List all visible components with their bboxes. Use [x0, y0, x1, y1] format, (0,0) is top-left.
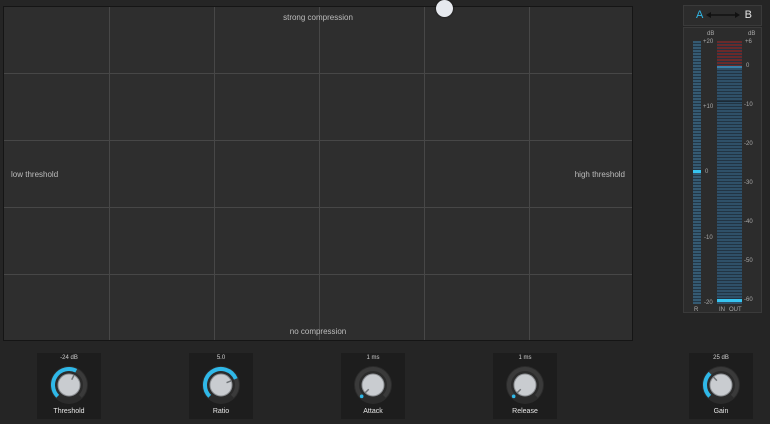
- gain-knob-panel: 25 dB Gain: [689, 353, 753, 419]
- attack-value: 1 ms: [366, 355, 380, 361]
- left-scale-tick: -10: [704, 235, 713, 241]
- left-scale-tick: +10: [703, 104, 714, 110]
- threshold-value: -24 dB: [60, 355, 78, 361]
- knob-body: [209, 373, 233, 397]
- xy-pad[interactable]: strong compression no compression low th…: [3, 0, 633, 341]
- right-scale-tick: -20: [744, 141, 753, 147]
- knob-min-dot: [359, 394, 364, 399]
- level-meters: dB dB +20 +10 0 -10 -20 +6 0 -10 -20 -30…: [683, 27, 762, 313]
- release-knob-panel: 1 ms Release: [493, 353, 557, 419]
- in-out-meter-marker[interactable]: [717, 299, 742, 302]
- knob-min-dot: [511, 394, 516, 399]
- ratio-knob[interactable]: [201, 365, 241, 405]
- preset-b-button[interactable]: B: [745, 9, 752, 21]
- right-scale-tick: -50: [744, 258, 753, 264]
- r-meter: [693, 41, 701, 304]
- out-meter-label: OUT: [729, 307, 742, 313]
- in-out-meter: [717, 41, 742, 304]
- ratio-knob-panel: 5.0 Ratio: [189, 353, 253, 419]
- right-scale-tick: -40: [744, 219, 753, 225]
- knob-body: [57, 373, 81, 397]
- xy-grid: [4, 7, 632, 340]
- right-scale-tick: -30: [744, 180, 753, 186]
- strong-compression-label: strong compression: [283, 13, 353, 22]
- ratio-label: Ratio: [212, 408, 230, 415]
- gain-label: Gain: [713, 408, 729, 415]
- attack-knob-panel: 1 ms Attack: [341, 353, 405, 419]
- right-scale-tick: -10: [744, 102, 753, 108]
- ratio-value: 5.0: [216, 355, 226, 361]
- right-db-unit: dB: [748, 31, 756, 37]
- right-scale-tick: 0: [746, 63, 750, 69]
- attack-knob[interactable]: [353, 365, 393, 405]
- low-threshold-label: low threshold: [11, 170, 59, 179]
- r-meter-label: R: [694, 307, 699, 313]
- ab-swap-arrow-icon[interactable]: [705, 9, 741, 21]
- no-compression-label: no compression: [289, 327, 347, 336]
- gain-knob[interactable]: [701, 365, 741, 405]
- left-scale-tick: -20: [704, 300, 713, 306]
- gain-value: 25 dB: [713, 355, 729, 361]
- left-scale-tick: +20: [703, 39, 714, 45]
- xy-pad-handle[interactable]: [436, 0, 453, 17]
- attack-label: Attack: [363, 408, 383, 415]
- left-scale-tick: 0: [705, 169, 709, 175]
- left-db-unit: dB: [707, 31, 715, 37]
- ab-compare: A B: [683, 5, 762, 26]
- threshold-label: Threshold: [53, 408, 85, 415]
- right-scale-tick: -60: [744, 297, 753, 303]
- release-knob[interactable]: [505, 365, 545, 405]
- in-meter-label: IN: [719, 307, 725, 313]
- right-scale-tick: +6: [745, 39, 752, 45]
- threshold-knob[interactable]: [49, 365, 89, 405]
- high-threshold-label: high threshold: [574, 170, 625, 179]
- threshold-knob-panel: -24 dB Threshold: [37, 353, 101, 419]
- preset-a-button[interactable]: A: [696, 9, 703, 21]
- r-meter-marker[interactable]: [693, 170, 701, 173]
- release-value: 1 ms: [518, 355, 532, 361]
- release-label: Release: [512, 408, 538, 415]
